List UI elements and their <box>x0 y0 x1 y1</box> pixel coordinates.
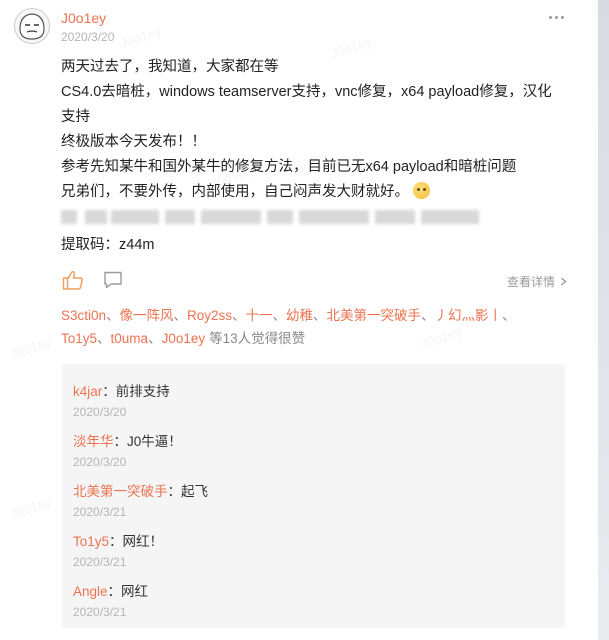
liker-name[interactable]: 十一 <box>246 308 273 323</box>
comment-author[interactable]: 淡年华 <box>73 434 114 449</box>
separator: 、 <box>313 308 327 323</box>
liker-name[interactable]: 像一阵风 <box>120 308 174 323</box>
comment-date: 2020/3/20 <box>73 405 127 419</box>
comment-author[interactable]: k4jar <box>73 384 102 399</box>
likes-count: 等13人觉得很赞 <box>209 331 306 346</box>
chevron-right-icon <box>561 277 567 286</box>
liker-name[interactable]: t0uma <box>111 331 149 346</box>
comment-text: 网红！ <box>122 534 164 549</box>
post-date: 2020/3/20 <box>61 30 115 44</box>
separator: 、 <box>421 308 435 323</box>
separator: 、 <box>232 308 246 323</box>
separator: 、 <box>148 331 162 346</box>
separator: 、 <box>173 308 188 323</box>
redacted-link <box>61 210 481 224</box>
comment-icon[interactable] <box>103 271 123 289</box>
more-icon[interactable] <box>547 10 567 24</box>
comment-date: 2020/3/21 <box>73 605 127 619</box>
comment-author[interactable]: Angle <box>73 584 108 599</box>
separator: 、 <box>97 331 111 346</box>
emoji-icon <box>413 182 430 199</box>
post-author[interactable]: J0o1ey <box>61 10 106 26</box>
watermark: J0o1ey <box>8 333 54 362</box>
liker-name[interactable]: J0o1ey <box>162 331 206 346</box>
comment-date: 2020/3/21 <box>73 555 127 569</box>
comment-item: To1y5：网红！ 2020/3/21 <box>73 530 163 569</box>
post-line-last: 兄弟们，不要外传，内部使用，自己闷声发大财就好。 <box>61 180 581 205</box>
avatar-face-icon <box>19 13 45 40</box>
comment-item: k4jar：前排支持 2020/3/20 <box>73 380 170 419</box>
comment-date: 2020/3/20 <box>73 455 127 469</box>
post-line: 参考先知某牛和国外某牛的修复方法，目前已无x64 payload和暗桩问题 <box>61 159 517 175</box>
view-details-label: 查看详情 <box>507 275 556 289</box>
post-body: 两天过去了，我知道，大家都在等 CS4.0去暗桩，windows teamser… <box>61 55 581 205</box>
comment-colon: ： <box>113 434 128 449</box>
post-line: 终极版本今天发布！！ <box>61 134 206 150</box>
liker-name[interactable]: Roy2ss <box>187 308 232 323</box>
liker-name[interactable]: 丿幻灬影丨 <box>435 308 503 323</box>
comment-text: 前排支持 <box>115 384 170 399</box>
separator: 、 <box>502 308 516 323</box>
comment-colon: ： <box>109 534 123 549</box>
separator: 、 <box>272 308 287 323</box>
comment-item: Angle：网红 2020/3/21 <box>73 580 148 619</box>
post-line: 支持 <box>61 109 90 125</box>
comment-text: 网红 <box>121 584 149 599</box>
liker-name[interactable]: 幼稚 <box>286 308 313 323</box>
comment-item: 淡年华：J0牛逼！ 2020/3/20 <box>73 430 182 469</box>
extraction-code: 提取码：z44m <box>61 237 155 253</box>
liker-name[interactable]: To1y5 <box>61 331 97 346</box>
view-details-link[interactable]: 查看详情 <box>507 273 567 290</box>
comment-colon: ： <box>107 584 122 599</box>
liker-name[interactable]: S3cti0n <box>61 308 106 323</box>
comment-item: 北美第一突破手：起飞 2020/3/21 <box>73 480 208 519</box>
like-icon[interactable] <box>62 269 84 291</box>
comment-author[interactable]: 北美第一突破手 <box>73 484 168 499</box>
comment-colon: ： <box>167 484 182 499</box>
comment-text: J0牛逼！ <box>127 434 182 449</box>
comment-colon: ： <box>102 384 116 399</box>
watermark: J0o1ey <box>8 493 54 522</box>
comment-text: 起飞 <box>181 484 208 499</box>
post-line: CS4.0去暗桩，windows teamserver支持，vnc修复，x64 … <box>61 84 552 100</box>
window-edge <box>598 0 609 640</box>
likers-list: S3cti0n、像一阵风、Roy2ss、十一、幼稚、北美第一突破手、丿幻灬影丨、… <box>61 304 541 350</box>
comment-date: 2020/3/21 <box>73 505 127 519</box>
avatar[interactable] <box>14 8 50 44</box>
comment-author[interactable]: To1y5 <box>73 534 109 549</box>
separator: 、 <box>106 308 120 323</box>
watermark: J0o1ey <box>118 23 164 52</box>
post-line: 兄弟们，不要外传，内部使用，自己闷声发大财就好。 <box>61 184 409 200</box>
comments-panel: k4jar：前排支持 2020/3/20 淡年华：J0牛逼！ 2020/3/20… <box>62 364 565 628</box>
liker-name[interactable]: 北美第一突破手 <box>327 308 422 323</box>
post-line: 两天过去了，我知道，大家都在等 <box>61 59 279 75</box>
